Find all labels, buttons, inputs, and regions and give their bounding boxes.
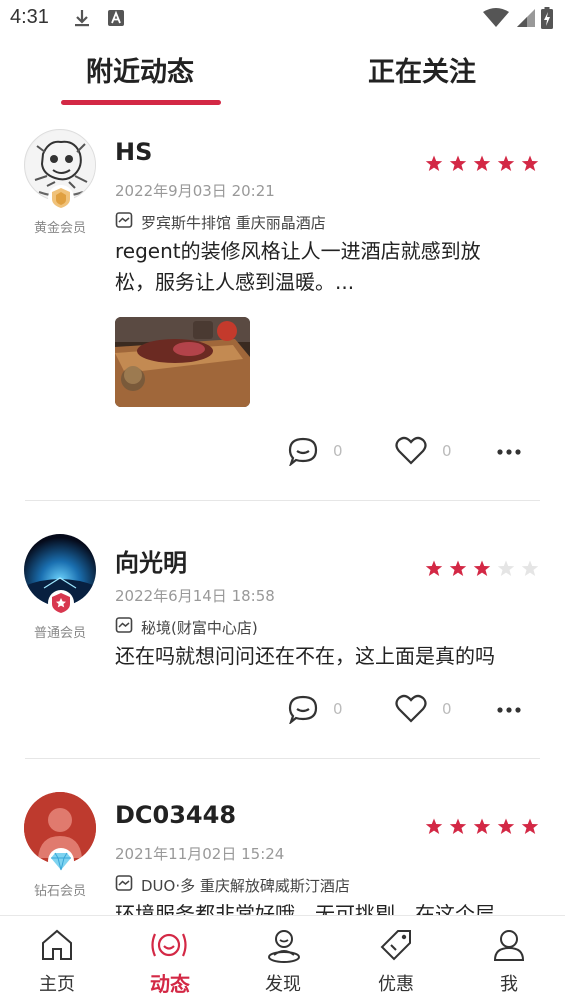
- comment-icon[interactable]: [288, 694, 318, 728]
- post-text-line: regent的装修风格让人一进酒店就感到放: [115, 239, 481, 263]
- profile-icon: [492, 928, 526, 966]
- location-name: 秘境(财富中心店): [141, 618, 258, 637]
- star-filled-icon: [497, 818, 515, 839]
- post-date: 2021年11月02日 15:24: [115, 845, 285, 863]
- nav-label: 主页: [39, 974, 75, 995]
- rating-stars: [425, 818, 539, 839]
- location[interactable]: 罗宾斯牛排馆 重庆丽晶酒店: [115, 211, 326, 233]
- member-level: 普通会员: [33, 626, 86, 641]
- feed-tabs: 附近动态 正在关注: [0, 36, 565, 112]
- tab-following[interactable]: 正在关注: [368, 50, 476, 89]
- post-actions: 0 0: [0, 436, 565, 470]
- rating-stars: [425, 155, 539, 176]
- status-time: 4:31: [10, 6, 49, 28]
- nav-profile[interactable]: 我: [464, 916, 554, 1004]
- nav-label: 优惠: [378, 974, 414, 995]
- bottom-nav: 主页 动态 发现 优惠 我: [0, 915, 565, 1004]
- post-card[interactable]: 普通会员 向光明 2022年6月14日 18:58 秘境(财富中心店) 还在吗就…: [0, 517, 565, 775]
- signal-icon: [515, 8, 535, 32]
- username[interactable]: HS: [115, 138, 152, 166]
- wifi-icon: [483, 8, 509, 32]
- post-text-line: 环境服务都非常好哦，无可挑剔，在这个层: [115, 902, 495, 915]
- post-date: 2022年6月14日 18:58: [115, 587, 275, 605]
- tab-nearby[interactable]: 附近动态: [86, 50, 194, 89]
- post-text-line: 还在吗就想问问还在不在，这上面是真的吗: [115, 644, 495, 668]
- location-name: 罗宾斯牛排馆 重庆丽晶酒店: [141, 213, 326, 232]
- post-photo[interactable]: [115, 317, 250, 407]
- heart-icon[interactable]: [395, 436, 427, 470]
- nav-discover[interactable]: 发现: [238, 916, 328, 1004]
- battery-icon: [541, 7, 553, 33]
- comment-count: 0: [333, 442, 343, 460]
- star-filled-icon: [521, 155, 539, 176]
- font-a-icon: [108, 10, 124, 30]
- member-level: 钻石会员: [33, 884, 86, 899]
- coupon-icon: [379, 928, 413, 966]
- like-count: 0: [442, 700, 452, 718]
- post-date: 2022年9月03日 20:21: [115, 182, 275, 200]
- rating-stars: [425, 560, 539, 581]
- place-icon: [115, 874, 133, 896]
- nav-label: 我: [500, 974, 518, 995]
- comment-icon[interactable]: [288, 436, 318, 470]
- divider: [25, 758, 540, 759]
- star-filled-icon: [425, 818, 443, 839]
- post-actions: 0 0: [0, 694, 565, 728]
- star-filled-icon: [449, 560, 467, 581]
- status-bar: 4:31: [0, 0, 565, 36]
- moments-icon: [149, 930, 189, 964]
- star-empty-icon: [497, 560, 515, 581]
- heart-icon[interactable]: [395, 694, 427, 728]
- home-icon: [40, 928, 74, 966]
- gold-member-badge-icon: [48, 185, 74, 211]
- feed-list[interactable]: 黄金会员 HS 2022年9月03日 20:21 罗宾斯牛排馆 重庆丽晶酒店 r…: [0, 112, 565, 915]
- regular-member-badge-icon: [48, 590, 74, 616]
- post-text[interactable]: 环境服务都非常好哦，无可挑剔，在这个层: [115, 899, 535, 915]
- like-count: 0: [442, 442, 452, 460]
- star-filled-icon: [473, 155, 491, 176]
- location-name: DUO·多 重庆解放碑威斯汀酒店: [141, 876, 350, 895]
- nav-moments[interactable]: 动态: [125, 916, 215, 1004]
- star-filled-icon: [521, 818, 539, 839]
- location[interactable]: DUO·多 重庆解放碑威斯汀酒店: [115, 874, 350, 896]
- star-filled-icon: [497, 155, 515, 176]
- star-filled-icon: [425, 560, 443, 581]
- place-icon: [115, 616, 133, 638]
- comment-count: 0: [333, 700, 343, 718]
- star-filled-icon: [425, 155, 443, 176]
- divider: [25, 500, 540, 501]
- star-filled-icon: [449, 155, 467, 176]
- post-text[interactable]: regent的装修风格让人一进酒店就感到放 松，服务让人感到温暖。...: [115, 236, 535, 298]
- download-icon: [72, 8, 92, 32]
- location[interactable]: 秘境(财富中心店): [115, 616, 258, 638]
- nav-label: 动态: [150, 972, 190, 996]
- diamond-member-badge-icon: [48, 848, 74, 874]
- username[interactable]: DC03448: [115, 801, 236, 829]
- nav-label: 发现: [265, 974, 301, 995]
- member-level: 黄金会员: [33, 221, 86, 236]
- star-filled-icon: [473, 818, 491, 839]
- post-text-line: 松，服务让人感到温暖。...: [115, 270, 355, 294]
- username[interactable]: 向光明: [115, 543, 187, 578]
- more-icon[interactable]: [496, 442, 522, 466]
- discover-icon: [266, 928, 302, 968]
- post-text[interactable]: 还在吗就想问问还在不在，这上面是真的吗: [115, 641, 535, 672]
- post-card[interactable]: 黄金会员 HS 2022年9月03日 20:21 罗宾斯牛排馆 重庆丽晶酒店 r…: [0, 112, 565, 502]
- nav-home[interactable]: 主页: [12, 916, 102, 1004]
- star-filled-icon: [473, 560, 491, 581]
- place-icon: [115, 211, 133, 233]
- star-filled-icon: [449, 818, 467, 839]
- active-tab-indicator: [61, 100, 221, 105]
- more-icon[interactable]: [496, 700, 522, 724]
- nav-coupons[interactable]: 优惠: [351, 916, 441, 1004]
- post-card[interactable]: 钻石会员 DC03448 2021年11月02日 15:24 DUO·多 重庆解…: [0, 775, 565, 915]
- star-empty-icon: [521, 560, 539, 581]
